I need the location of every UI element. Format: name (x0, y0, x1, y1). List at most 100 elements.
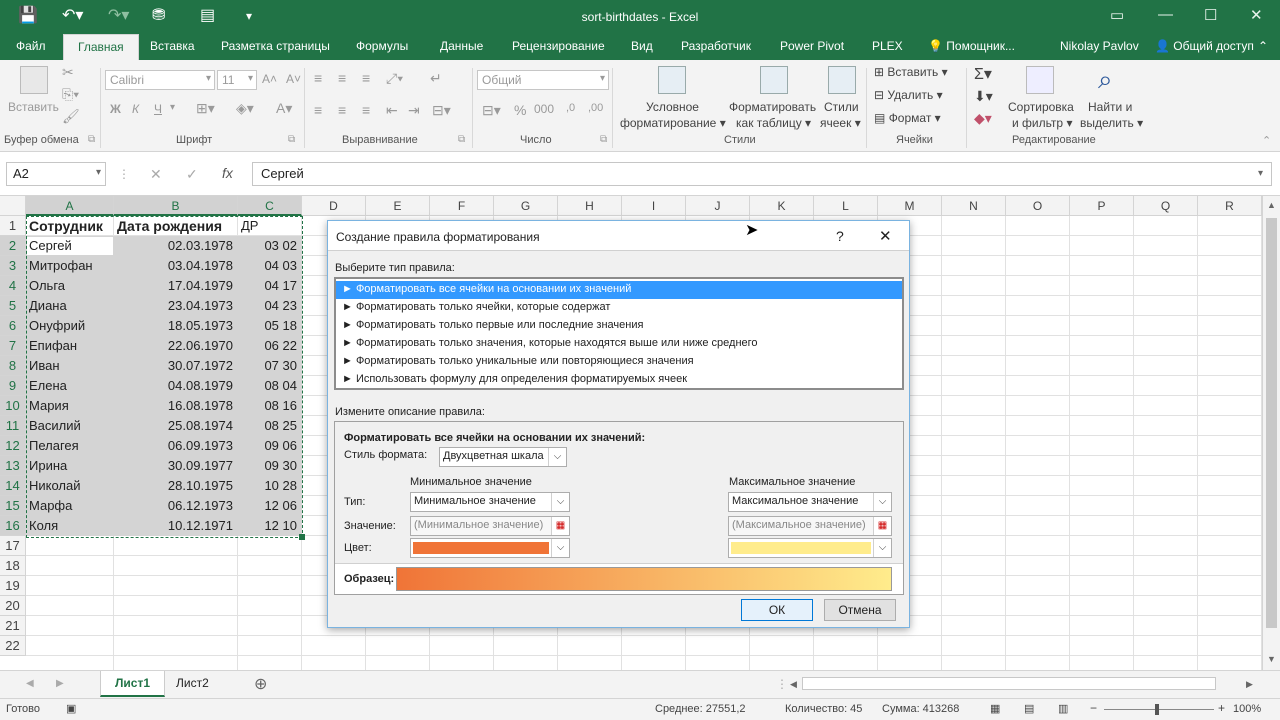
accounting-format-icon[interactable]: ⊟▾ (482, 102, 501, 119)
shrink-font-icon[interactable]: A˅ (286, 72, 301, 86)
cond-format-label-2[interactable]: форматирование ▾ (620, 116, 726, 130)
sort-filter-label-1[interactable]: Сортировка (1008, 100, 1074, 114)
name-box[interactable]: A2 ▾ (6, 162, 106, 186)
orientation-icon[interactable]: ⤢▾ (386, 70, 403, 87)
rule-type-item[interactable]: ► Форматировать только уникальные или по… (336, 353, 902, 371)
row-header-11[interactable]: 11 (0, 416, 26, 436)
align-center-icon[interactable]: ≡ (338, 102, 346, 118)
format-painter-icon[interactable]: 🖌 (62, 108, 80, 125)
sort-filter-icon[interactable] (1026, 66, 1054, 94)
row-header-22[interactable]: 22 (0, 636, 26, 656)
row-header-18[interactable]: 18 (0, 556, 26, 576)
normal-view-icon[interactable]: ▦ (990, 702, 1000, 715)
minimize-icon[interactable]: — (1158, 6, 1173, 23)
tab-view[interactable]: Вид (631, 39, 653, 53)
align-left-icon[interactable]: ≡ (314, 102, 322, 118)
zoom-slider[interactable] (1104, 709, 1214, 710)
clear-icon[interactable]: ◆▾ (974, 110, 992, 127)
tab-insert[interactable]: Вставка (150, 39, 195, 53)
font-launcher-icon[interactable]: ⧉ (288, 134, 295, 145)
rule-type-item[interactable]: ► Форматировать только первые или послед… (336, 317, 902, 335)
hscroll-splitter-icon[interactable]: ⋮ (776, 677, 788, 691)
formula-input[interactable]: Сергей (252, 162, 1272, 186)
insert-function-icon[interactable]: fx (222, 165, 233, 181)
min-type-combo[interactable]: Минимальное значение ⌵ (410, 492, 570, 512)
grow-font-icon[interactable]: A˄ (262, 72, 277, 86)
zoom-level[interactable]: 100% (1233, 703, 1261, 715)
align-top-icon[interactable]: ≡ (314, 70, 322, 86)
row-header-8[interactable]: 8 (0, 356, 26, 376)
number-launcher-icon[interactable]: ⧉ (600, 134, 607, 145)
min-color-picker[interactable]: ⌵ (410, 538, 570, 558)
macro-record-icon[interactable]: ▣ (66, 702, 76, 715)
fill-color-icon[interactable]: ◈▾ (236, 100, 254, 117)
fill-handle[interactable] (299, 534, 305, 540)
ok-button[interactable]: ОК (741, 599, 813, 621)
tab-formulas[interactable]: Формулы (356, 39, 408, 53)
column-header-B[interactable]: B (114, 196, 238, 216)
format-style-combo[interactable]: Двухцветная шкала ⌵ (439, 447, 567, 467)
bold-button[interactable]: Ж (110, 102, 121, 116)
scroll-left-icon[interactable]: ◀ (790, 679, 797, 690)
conditional-formatting-icon[interactable] (658, 66, 686, 94)
increase-decimal-icon[interactable]: ,0 (566, 102, 575, 114)
page-layout-view-icon[interactable]: ▤ (1024, 702, 1034, 715)
row-header-20[interactable]: 20 (0, 596, 26, 616)
status-sum[interactable]: Сумма: 413268 (882, 703, 959, 715)
row-header-12[interactable]: 12 (0, 436, 26, 456)
dialog-close-icon[interactable]: ✕ (879, 227, 892, 245)
rule-type-item[interactable]: ► Форматировать все ячейки на основании … (336, 281, 902, 299)
percent-icon[interactable]: % (514, 102, 526, 118)
tab-layout[interactable]: Разметка страницы (221, 39, 330, 53)
column-header-J[interactable]: J (686, 196, 750, 216)
scroll-up-icon[interactable]: ▲ (1267, 200, 1276, 210)
merge-icon[interactable]: ⊟▾ (432, 102, 451, 119)
delete-cells-button[interactable]: ⊟ Удалить ▾ (874, 88, 943, 102)
range-picker-icon[interactable]: ▦ (551, 517, 569, 535)
decrease-decimal-icon[interactable]: ,00 (588, 102, 603, 114)
collapse-ribbon-icon[interactable]: ⌃ (1258, 39, 1268, 53)
column-header-L[interactable]: L (814, 196, 878, 216)
wrap-text-icon[interactable]: ↵ (430, 70, 442, 87)
tab-file[interactable]: Файл (16, 39, 46, 53)
autosum-icon[interactable]: Σ▾ (974, 64, 992, 84)
vertical-scrollbar[interactable]: ▲ ▼ (1262, 196, 1280, 670)
row-header-19[interactable]: 19 (0, 576, 26, 596)
align-right-icon[interactable]: ≡ (362, 102, 370, 118)
tell-me-box[interactable]: 💡 Помощник... (928, 39, 1015, 53)
column-header-Q[interactable]: Q (1134, 196, 1198, 216)
rule-type-item[interactable]: ► Форматировать только значения, которые… (336, 335, 902, 353)
column-header-O[interactable]: O (1006, 196, 1070, 216)
select-all-corner[interactable] (0, 196, 26, 216)
column-header-R[interactable]: R (1198, 196, 1262, 216)
sheet-tab-2[interactable]: Лист2 (162, 671, 223, 697)
row-header-17[interactable]: 17 (0, 536, 26, 556)
align-bottom-icon[interactable]: ≡ (362, 70, 370, 86)
row-header-15[interactable]: 15 (0, 496, 26, 516)
scroll-right-icon[interactable]: ▶ (1246, 679, 1253, 690)
prev-sheet-icon[interactable]: ◀ (26, 678, 34, 689)
status-count[interactable]: Количество: 45 (785, 703, 862, 715)
row-header-6[interactable]: 6 (0, 316, 26, 336)
cond-format-label-1[interactable]: Условное (646, 100, 699, 114)
column-header-F[interactable]: F (430, 196, 494, 216)
cell-styles-label-1[interactable]: Стили (824, 100, 859, 114)
row-header-1[interactable]: 1 (0, 216, 26, 236)
scroll-down-icon[interactable]: ▼ (1267, 654, 1276, 664)
tab-home[interactable]: Главная (63, 34, 139, 60)
scroll-thumb[interactable] (1266, 218, 1277, 628)
row-header-9[interactable]: 9 (0, 376, 26, 396)
column-header-E[interactable]: E (366, 196, 430, 216)
ribbon-options-icon[interactable]: ▭ (1110, 6, 1124, 24)
user-name[interactable]: Nikolay Pavlov (1060, 39, 1139, 53)
column-header-G[interactable]: G (494, 196, 558, 216)
row-header-5[interactable]: 5 (0, 296, 26, 316)
column-header-H[interactable]: H (558, 196, 622, 216)
italic-button[interactable]: К (132, 102, 139, 116)
borders-icon[interactable]: ⊞▾ (196, 100, 215, 117)
underline-dropdown-icon[interactable]: ▾ (170, 102, 175, 113)
column-header-M[interactable]: M (878, 196, 942, 216)
alignment-launcher-icon[interactable]: ⧉ (458, 134, 465, 145)
font-name-combo[interactable]: Calibri (105, 70, 215, 90)
cut-icon[interactable]: ✂ (62, 64, 74, 81)
